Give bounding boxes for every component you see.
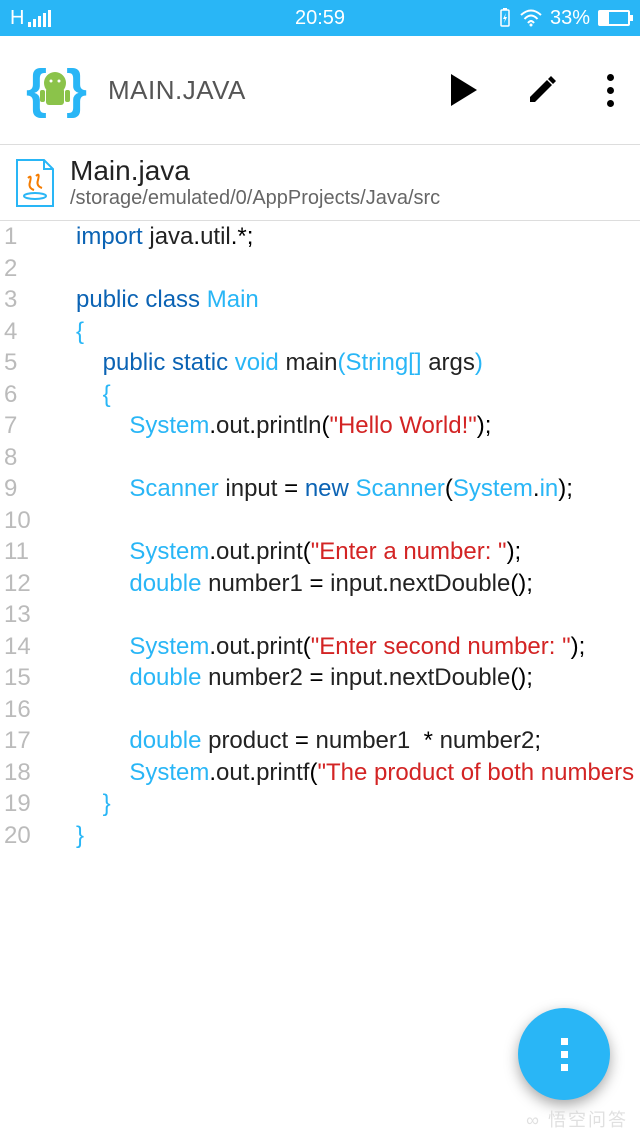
watermark: ∞ 悟空问答 [526, 1106, 628, 1132]
line-number: 4 [4, 316, 50, 348]
code-line[interactable] [76, 505, 634, 537]
code-content[interactable]: import java.util.*; public class Main{ p… [50, 221, 634, 851]
battery-icon [598, 10, 630, 26]
code-line[interactable] [76, 599, 634, 631]
app-bar: { } MAIN.JAVA [0, 36, 640, 144]
status-bar: H 20:59 33% [0, 0, 640, 36]
app-logo[interactable]: { } [20, 55, 90, 125]
line-number: 1 [4, 221, 50, 253]
code-line[interactable]: import java.util.*; [76, 221, 634, 253]
status-left: H [10, 7, 51, 30]
code-line[interactable]: Scanner input = new Scanner(System.in); [76, 473, 634, 505]
code-line[interactable]: double number2 = input.nextDouble(); [76, 662, 634, 694]
code-line[interactable] [76, 253, 634, 285]
line-number: 2 [4, 253, 50, 285]
app-actions [451, 74, 620, 107]
run-button[interactable] [451, 74, 477, 106]
line-number: 14 [4, 631, 50, 663]
code-line[interactable]: System.out.print("Enter second number: "… [76, 631, 634, 663]
status-right: 33% [498, 7, 630, 30]
code-line[interactable]: public class Main [76, 284, 634, 316]
code-line[interactable]: System.out.printf("The product of both n… [76, 757, 634, 789]
code-line[interactable]: { [76, 379, 634, 411]
code-editor[interactable]: 1234567891011121314151617181920 import j… [0, 221, 640, 851]
file-header[interactable]: Main.java /storage/emulated/0/AppProject… [0, 144, 640, 221]
signal-icon [28, 9, 51, 27]
file-info: Main.java /storage/emulated/0/AppProject… [70, 155, 440, 210]
line-number: 15 [4, 662, 50, 694]
line-number: 20 [4, 820, 50, 852]
code-line[interactable]: public static void main(String[] args) [76, 347, 634, 379]
line-number: 8 [4, 442, 50, 474]
file-path: /storage/emulated/0/AppProjects/Java/src [70, 187, 440, 210]
code-line[interactable]: } [76, 820, 634, 852]
line-gutter: 1234567891011121314151617181920 [0, 221, 50, 851]
line-number: 6 [4, 379, 50, 411]
line-number: 17 [4, 725, 50, 757]
battery-percent: 33% [550, 7, 590, 30]
code-line[interactable]: { [76, 316, 634, 348]
line-number: 9 [4, 473, 50, 505]
file-name: Main.java [70, 155, 440, 187]
wifi-icon [520, 9, 542, 27]
line-number: 11 [4, 536, 50, 568]
code-line[interactable]: double number1 = input.nextDouble(); [76, 568, 634, 600]
code-line[interactable] [76, 442, 634, 474]
fab-dots-icon [561, 1038, 568, 1071]
java-file-icon [14, 158, 56, 208]
code-line[interactable] [76, 694, 634, 726]
svg-text:{: { [26, 59, 47, 119]
line-number: 16 [4, 694, 50, 726]
app-title: MAIN.JAVA [108, 75, 246, 106]
line-number: 7 [4, 410, 50, 442]
line-number: 3 [4, 284, 50, 316]
fab-button[interactable] [518, 1008, 610, 1100]
svg-text:}: } [66, 59, 87, 119]
line-number: 18 [4, 757, 50, 789]
charging-icon [498, 8, 512, 28]
code-line[interactable]: double product = number1 * number2; [76, 725, 634, 757]
line-number: 10 [4, 505, 50, 537]
code-line[interactable]: System.out.println("Hello World!"); [76, 410, 634, 442]
clock: 20:59 [295, 7, 345, 30]
network-type: H [10, 7, 24, 30]
line-number: 19 [4, 788, 50, 820]
code-line[interactable]: System.out.print("Enter a number: "); [76, 536, 634, 568]
line-number: 5 [4, 347, 50, 379]
code-line[interactable]: } [76, 788, 634, 820]
line-number: 12 [4, 568, 50, 600]
edit-button[interactable] [527, 75, 557, 105]
overflow-menu-button[interactable] [607, 74, 614, 107]
line-number: 13 [4, 599, 50, 631]
